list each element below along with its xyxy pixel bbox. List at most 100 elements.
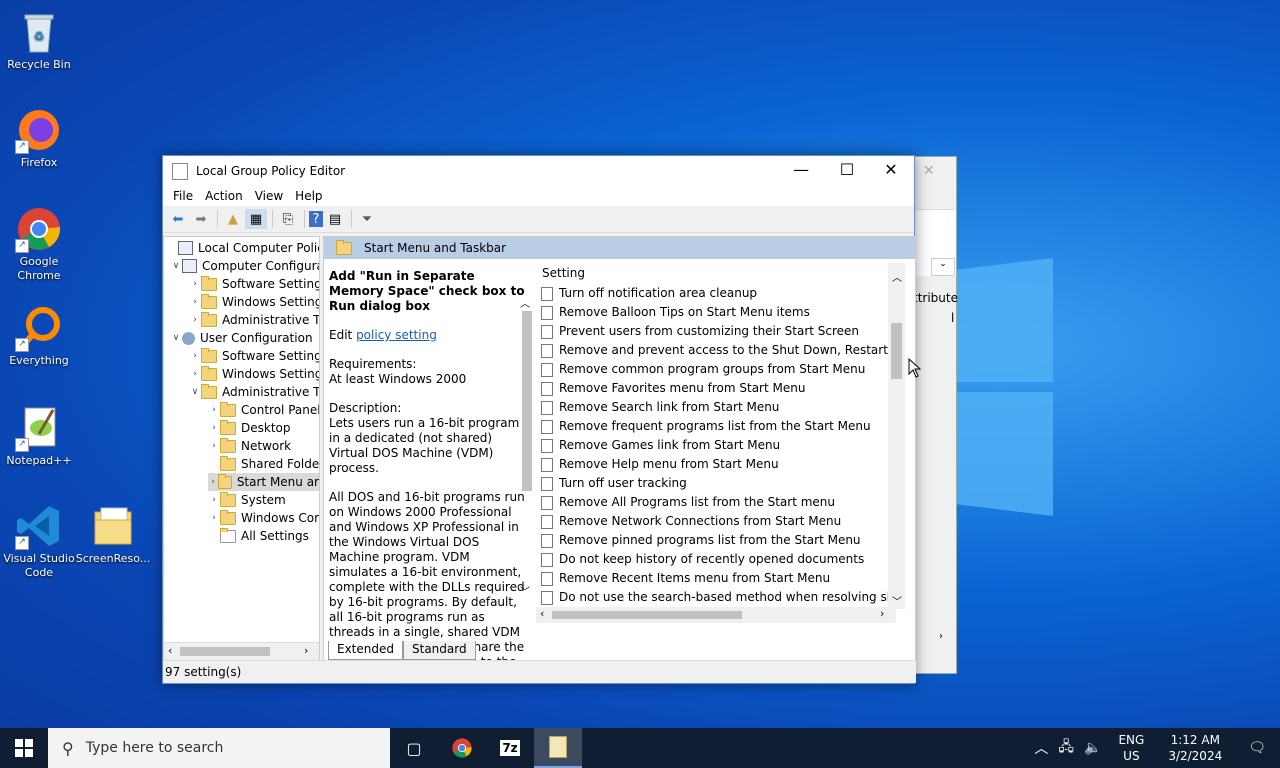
tree-node-uc-admin-templates[interactable]: ∨ Administrative Te [189, 383, 319, 401]
scrollbar-thumb[interactable] [522, 311, 532, 491]
menu-file[interactable]: File [167, 189, 199, 203]
setting-row[interactable]: Remove Games link from Start Menu [536, 436, 888, 455]
tree-node-uc-windows-settings[interactable]: › Windows Setting [189, 365, 319, 383]
scroll-right-icon[interactable]: › [880, 607, 884, 620]
scroll-right-icon[interactable]: › [939, 631, 943, 642]
desktop-icon-recycle-bin[interactable]: ♻ Recycle Bin [0, 8, 78, 72]
close-button[interactable]: ✕ [868, 156, 914, 186]
policy-setting-link[interactable]: policy setting [356, 328, 437, 342]
chevron-down-icon[interactable]: ⌄ [931, 258, 955, 276]
collapsed-arrow-icon[interactable]: › [208, 419, 220, 437]
up-folder-icon[interactable]: ▲ [222, 209, 244, 229]
tree-node-start-menu-taskbar[interactable]: › Start Menu ar [208, 473, 319, 491]
setting-row[interactable]: Remove Help menu from Start Menu [536, 455, 888, 474]
help-icon[interactable]: ? [309, 211, 323, 227]
tree-node-all-settings[interactable]: All Settings [208, 527, 309, 545]
tree-horizontal-scrollbar[interactable]: ‹ › [164, 642, 319, 660]
scroll-up-icon[interactable]: ︿ [892, 269, 902, 284]
collapsed-arrow-icon[interactable]: › [189, 293, 201, 311]
tree-node-uc-software-settings[interactable]: › Software Settings [189, 347, 319, 365]
export-list-icon[interactable]: ⎘ [277, 209, 299, 229]
tree-node-system[interactable]: › System [208, 491, 286, 509]
setting-row[interactable]: Remove All Programs list from the Start … [536, 493, 888, 512]
scroll-right-icon[interactable]: › [304, 644, 308, 657]
menu-view[interactable]: View [249, 189, 289, 203]
collapsed-arrow-icon[interactable]: › [208, 509, 220, 527]
scroll-left-icon[interactable]: ‹ [540, 607, 544, 620]
collapsed-arrow-icon[interactable]: › [208, 437, 220, 455]
taskbar-policy-editor-icon[interactable] [534, 728, 582, 768]
scrollbar-thumb[interactable] [891, 323, 902, 379]
close-icon[interactable]: ✕ [923, 163, 935, 179]
forward-icon[interactable]: ➡ [190, 209, 212, 229]
setting-row[interactable]: Remove Network Connections from Start Me… [536, 512, 888, 531]
setting-row[interactable]: Remove Balloon Tips on Start Menu items [536, 303, 888, 322]
collapsed-arrow-icon[interactable]: › [208, 491, 220, 509]
show-hidden-icons-icon[interactable]: ︿ [1029, 738, 1053, 758]
menu-action[interactable]: Action [199, 189, 249, 203]
tree-node-cc-software-settings[interactable]: › Software Settings [189, 275, 319, 293]
scrollbar-thumb[interactable] [552, 611, 742, 619]
language-indicator[interactable]: ENG US [1106, 732, 1156, 764]
tree-node-computer-configuration[interactable]: ∨ Computer Configura [170, 257, 319, 275]
tree-node-cc-admin-templates[interactable]: › Administrative Te [189, 311, 319, 329]
scroll-left-icon[interactable]: ‹ [168, 644, 172, 657]
properties-icon[interactable]: ▤ [324, 209, 346, 229]
scroll-down-icon[interactable]: ﹀ [520, 583, 530, 598]
collapsed-arrow-icon[interactable]: › [189, 275, 201, 293]
network-icon[interactable]: 🖧 [1053, 736, 1079, 760]
taskbar-7zip-icon[interactable]: 7z [486, 728, 534, 768]
tree-node-shared-folders[interactable]: Shared Folder [208, 455, 319, 473]
setting-row[interactable]: Remove and prevent access to the Shut Do… [536, 341, 888, 360]
setting-row[interactable]: Do not keep history of recently opened d… [536, 550, 888, 569]
setting-row[interactable]: Remove pinned programs list from the Sta… [536, 531, 888, 550]
clock[interactable]: 1:12 AM 3/2/2024 [1156, 732, 1234, 764]
setting-row[interactable]: Do not use the search-based method when … [536, 588, 888, 607]
volume-icon[interactable]: 🔈 [1079, 740, 1106, 756]
collapsed-arrow-icon[interactable]: › [189, 347, 201, 365]
expanded-arrow-icon[interactable]: ∨ [170, 257, 182, 275]
settings-vertical-scrollbar[interactable]: ︿ ﹀ [888, 263, 905, 609]
setting-row[interactable]: Turn off user tracking [536, 474, 888, 493]
tree-node-windows-components[interactable]: › Windows Cor [208, 509, 319, 527]
setting-row[interactable]: Remove Recent Items menu from Start Menu [536, 569, 888, 588]
scrollbar-thumb[interactable] [180, 647, 270, 656]
tree-node-cc-windows-settings[interactable]: › Windows Setting [189, 293, 319, 311]
desktop-icon-chrome[interactable]: ↗ Google Chrome [0, 205, 78, 283]
setting-row[interactable]: Remove Search link from Start Menu [536, 398, 888, 417]
task-view-icon[interactable]: ▢ [390, 728, 438, 768]
show-hide-tree-icon[interactable]: ▦ [245, 209, 267, 229]
column-header-setting[interactable]: Setting [536, 263, 888, 284]
expanded-arrow-icon[interactable]: ∨ [189, 383, 201, 401]
tree-node-network[interactable]: › Network [208, 437, 291, 455]
desktop-icon-screenreso[interactable]: ScreenReso... [74, 502, 152, 566]
menu-help[interactable]: Help [289, 189, 328, 203]
tab-standard[interactable]: Standard [403, 640, 476, 660]
maximize-button[interactable]: ☐ [824, 156, 870, 186]
scroll-up-icon[interactable]: ︿ [520, 295, 530, 310]
start-button[interactable] [0, 728, 48, 768]
minimize-button[interactable]: — [778, 156, 824, 186]
tree-node-user-configuration[interactable]: ∨ User Configuration [170, 329, 313, 347]
setting-row[interactable]: Remove Favorites menu from Start Menu [536, 379, 888, 398]
title-bar[interactable]: Local Group Policy Editor — ☐ ✕ [163, 156, 914, 186]
expanded-arrow-icon[interactable]: ∨ [170, 329, 182, 347]
background-window[interactable]: ✕ ⌄ ttribute l › [912, 156, 958, 674]
scroll-down-icon[interactable]: ﹀ [892, 593, 902, 608]
tree-node-control-panel[interactable]: › Control Panel [208, 401, 319, 419]
desktop-icon-vscode[interactable]: ↗ Visual Studio Code [0, 502, 78, 580]
collapsed-arrow-icon[interactable]: › [208, 473, 218, 491]
tree-node-local-computer-policy[interactable]: Local Computer Policy [166, 239, 319, 257]
desktop-icon-notepadpp[interactable]: ↗ Notepad++ [0, 404, 78, 468]
desktop-icon-everything[interactable]: ↗ Everything [0, 304, 78, 368]
setting-row[interactable]: Turn off notification area cleanup [536, 284, 888, 303]
settings-horizontal-scrollbar[interactable]: ‹ › [536, 607, 896, 623]
collapsed-arrow-icon[interactable]: › [208, 401, 220, 419]
tab-extended[interactable]: Extended [328, 640, 403, 660]
setting-row[interactable]: Prevent users from customizing their Sta… [536, 322, 888, 341]
desktop-icon-firefox[interactable]: ↗ Firefox [0, 106, 78, 170]
description-scrollbar[interactable]: ︿ ﹀ [520, 295, 534, 605]
setting-row[interactable]: Remove frequent programs list from the S… [536, 417, 888, 436]
filter-icon[interactable]: ⏷ [356, 209, 378, 229]
collapsed-arrow-icon[interactable]: › [189, 365, 201, 383]
